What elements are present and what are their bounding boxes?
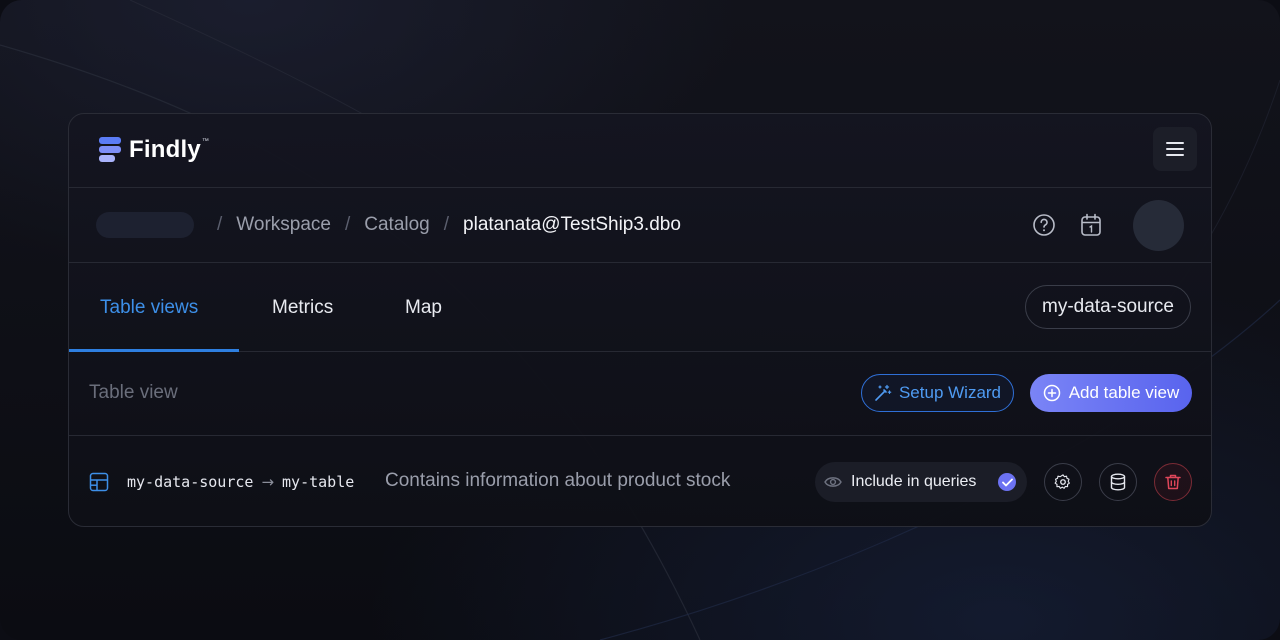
tab-label: Metrics [272, 296, 334, 318]
section-header: Table view Setup Wizard Add table view [69, 352, 1211, 436]
include-in-queries-label: Include in queries [851, 473, 977, 490]
table-description: Contains information about product stock [385, 470, 731, 491]
breadcrumb-catalog[interactable]: Catalog [364, 214, 430, 236]
add-table-view-button[interactable]: Add table view [1030, 374, 1192, 412]
table-path: my-data-source → my-table [127, 472, 354, 492]
table-layout-icon [89, 472, 109, 497]
data-source-label: my-data-source [1042, 296, 1174, 317]
tab-label: Table views [100, 296, 199, 318]
arrow-right-icon: → [261, 473, 275, 491]
brand-logo[interactable]: Findly ™ [99, 136, 209, 164]
data-source-selector[interactable]: my-data-source [1025, 285, 1191, 329]
brand-trademark: ™ [201, 137, 209, 145]
breadcrumb-current: platanata@TestShip3.dbo [463, 214, 681, 235]
plus-circle-icon [1043, 384, 1060, 402]
findly-logo-icon [99, 137, 121, 162]
breadcrumb-separator: / [443, 214, 450, 235]
menu-button[interactable] [1153, 127, 1197, 171]
eye-icon [824, 475, 842, 489]
brand-name: Findly [129, 136, 201, 163]
calendar-button[interactable] [1079, 213, 1103, 237]
help-button[interactable] [1032, 213, 1056, 237]
tab-label: Map [405, 296, 442, 318]
breadcrumb-bar: / Workspace / Catalog / platanata@TestSh… [69, 188, 1211, 263]
tab-table-views[interactable]: Table views [100, 263, 198, 352]
settings-icon [1054, 474, 1070, 489]
table-view-row[interactable]: my-data-source → my-table Contains infor… [69, 436, 1211, 526]
user-avatar[interactable] [1133, 200, 1184, 251]
magic-wand-icon [875, 384, 892, 401]
breadcrumb: / Workspace / Catalog / platanata@TestSh… [203, 212, 681, 238]
breadcrumb-placeholder [96, 212, 194, 238]
add-table-view-label: Add table view [1068, 383, 1180, 402]
table-name: my-table [282, 473, 355, 491]
section-title: Table view [89, 382, 178, 403]
breadcrumb-workspace[interactable]: Workspace [236, 214, 331, 236]
hamburger-menu-icon [1166, 142, 1184, 156]
catalog-panel: Findly ™ / Workspace / Catalog / platana… [68, 113, 1212, 527]
help-circle-icon [1033, 214, 1055, 236]
delete-button[interactable] [1154, 463, 1192, 501]
database-icon [1110, 473, 1126, 491]
breadcrumb-separator: / [344, 214, 351, 235]
table-source-name: my-data-source [127, 473, 254, 491]
database-button[interactable] [1099, 463, 1137, 501]
checkmark-icon[interactable] [998, 473, 1016, 491]
include-in-queries-toggle[interactable]: Include in queries [815, 462, 1027, 502]
breadcrumb-separator: / [217, 214, 223, 235]
settings-button[interactable] [1044, 463, 1082, 501]
setup-wizard-button[interactable]: Setup Wizard [861, 374, 1014, 412]
tab-bar: Table views Metrics Map my-data-source [69, 263, 1211, 352]
setup-wizard-label: Setup Wizard [898, 383, 1002, 402]
tab-map[interactable]: Map [405, 263, 442, 352]
trash-icon [1165, 474, 1181, 490]
top-bar: Findly ™ [69, 114, 1211, 188]
tab-metrics[interactable]: Metrics [272, 263, 333, 352]
calendar-icon [1081, 213, 1101, 236]
